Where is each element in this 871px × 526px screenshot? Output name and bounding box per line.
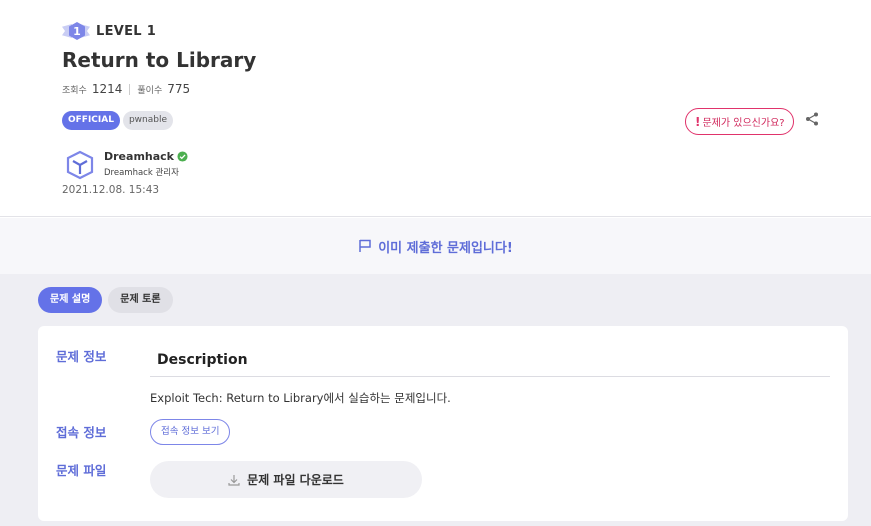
challenge-header: 1 LEVEL 1 Return to Library 조회수 1214 풀이수… (0, 0, 871, 217)
challenge-stats: 조회수 1214 풀이수 775 (62, 82, 190, 96)
info-section-label: 문제 정보 (56, 349, 107, 364)
author-avatar[interactable] (66, 150, 94, 180)
challenge-card: 문제 정보 Description Exploit Tech: Return t… (38, 326, 848, 521)
level-label: LEVEL 1 (96, 23, 157, 39)
verified-icon (177, 151, 188, 162)
exclamation-icon: ! (695, 114, 701, 129)
access-section-label: 접속 정보 (56, 425, 107, 440)
solved-banner: 이미 제출한 문제입니다! (0, 218, 871, 274)
stats-divider (129, 83, 131, 95)
report-issue-label: 문제가 있으신가요? (702, 118, 785, 129)
download-file-button[interactable]: 문제 파일 다운로드 (150, 461, 422, 498)
page-title: Return to Library (62, 48, 257, 72)
solves-count: 775 (167, 82, 191, 96)
tag-list: OFFICIAL pwnable (62, 111, 176, 130)
views-count: 1214 (91, 82, 123, 96)
author-name-row: Dreamhack (104, 150, 188, 163)
view-access-info-button[interactable]: 접속 정보 보기 (150, 419, 231, 445)
description-divider (150, 376, 830, 377)
views-label: 조회수 (62, 85, 87, 96)
author-name[interactable]: Dreamhack (104, 150, 174, 163)
level-indicator: 1 LEVEL 1 (62, 20, 156, 42)
challenge-body: 문제 설명 문제 토론 문제 정보 Description Exploit Te… (0, 274, 871, 526)
tab-description[interactable]: 문제 설명 (38, 287, 103, 313)
file-section-label: 문제 파일 (56, 463, 107, 478)
description-text: Exploit Tech: Return to Library에서 실습하는 문… (150, 391, 451, 405)
description-heading: Description (157, 352, 248, 368)
solves-label: 풀이수 (137, 85, 163, 96)
post-date: 2021.12.08. 15:43 (62, 184, 160, 196)
category-tag[interactable]: pwnable (122, 111, 173, 130)
author-block: Dreamhack Dreamhack 관리자 (66, 150, 188, 180)
tab-bar: 문제 설명 문제 토론 (38, 287, 179, 313)
solved-message: 이미 제출한 문제입니다! (378, 240, 513, 256)
flag-icon (359, 239, 371, 252)
official-tag[interactable]: OFFICIAL (62, 111, 120, 130)
author-role: Dreamhack 관리자 (104, 168, 179, 178)
report-issue-button[interactable]: ! 문제가 있으신가요? (685, 108, 794, 135)
tab-discussion[interactable]: 문제 토론 (108, 287, 173, 313)
level-badge-icon: 1 (62, 20, 90, 42)
download-file-label: 문제 파일 다운로드 (247, 473, 344, 487)
share-icon[interactable] (804, 111, 820, 127)
download-icon (228, 474, 240, 486)
